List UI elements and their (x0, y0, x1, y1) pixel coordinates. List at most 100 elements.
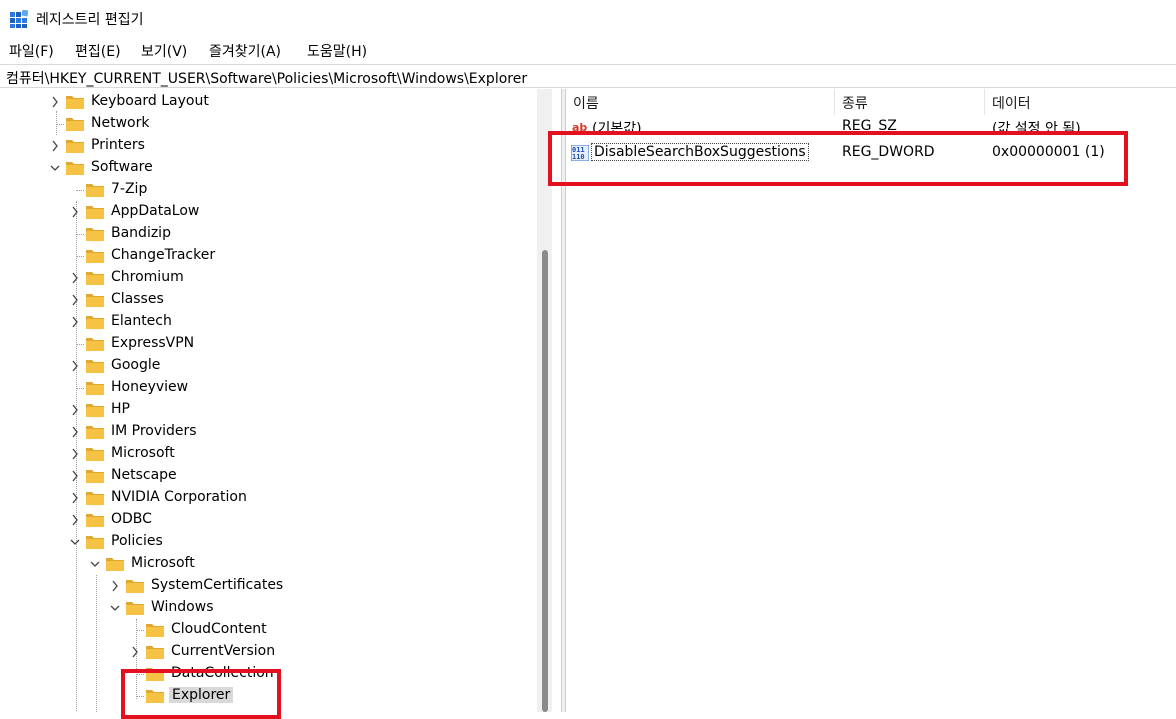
tree-item[interactable]: Keyboard Layout (0, 91, 537, 113)
tree-item[interactable]: Chromium (0, 267, 537, 289)
tree-guide-line (56, 124, 64, 125)
folder-icon (86, 514, 104, 527)
chevron-right-icon[interactable] (70, 514, 80, 526)
tree-guide-line (76, 388, 84, 389)
menu-help[interactable]: 도움말(H) (307, 41, 367, 61)
highlight-box-value (548, 131, 1128, 186)
tree-item-label: CurrentVersion (171, 643, 276, 659)
address-path[interactable]: 컴퓨터\HKEY_CURRENT_USER\Software\Policies\… (6, 68, 527, 88)
folder-icon (126, 602, 144, 615)
folder-icon (66, 96, 84, 109)
folder-icon (86, 426, 104, 439)
tree-item-label: ExpressVPN (111, 335, 195, 351)
folder-icon (86, 492, 104, 505)
tree-item[interactable]: CloudContent (0, 619, 537, 641)
tree-item[interactable]: ChangeTracker (0, 245, 537, 267)
registry-editor-icon (10, 10, 28, 28)
tree-item[interactable]: Software (0, 157, 537, 179)
tree-item[interactable]: IM Providers (0, 421, 537, 443)
folder-icon (146, 624, 164, 637)
chevron-right-icon[interactable] (70, 272, 80, 284)
chevron-right-icon[interactable] (50, 96, 60, 108)
column-header-type[interactable]: 종류 (842, 93, 868, 113)
tree-item-label: Microsoft (111, 445, 175, 461)
tree-item[interactable]: Network (0, 113, 537, 135)
folder-icon (86, 470, 104, 483)
chevron-right-icon[interactable] (50, 140, 60, 152)
chevron-right-icon[interactable] (70, 448, 80, 460)
tree-item-label: SystemCertificates (151, 577, 284, 593)
chevron-right-icon[interactable] (70, 316, 80, 328)
tree-item[interactable]: Windows (0, 597, 537, 619)
menu-favorites[interactable]: 즐겨찾기(A) (209, 41, 281, 61)
menu-bar: 파일(F) 편집(E) 보기(V) 즐겨찾기(A) 도움말(H) (0, 38, 1176, 62)
folder-icon (146, 646, 164, 659)
tree-item-label: Classes (111, 291, 164, 307)
chevron-right-icon[interactable] (70, 404, 80, 416)
tree-item[interactable]: CurrentVersion (0, 641, 537, 663)
key-tree[interactable]: Keyboard Layout Network Printers Software 7-… (0, 89, 561, 712)
tree-item-label: Netscape (111, 467, 177, 483)
folder-icon (86, 294, 104, 307)
tree-item-label: Bandizip (111, 225, 171, 241)
tree-item[interactable]: Google (0, 355, 537, 377)
tree-item-label: NVIDIA Corporation (111, 489, 247, 505)
address-bar[interactable]: 컴퓨터\HKEY_CURRENT_USER\Software\Policies\… (0, 64, 1176, 88)
column-header-name[interactable]: 이름 (573, 93, 599, 113)
tree-item[interactable]: Microsoft (0, 443, 537, 465)
tree-item[interactable]: Microsoft (0, 553, 537, 575)
tree-item-label: ODBC (111, 511, 152, 527)
tree-item[interactable]: HP (0, 399, 537, 421)
tree-item[interactable]: Printers (0, 135, 537, 157)
tree-item[interactable]: 7-Zip (0, 179, 537, 201)
chevron-down-icon[interactable] (110, 602, 120, 614)
folder-icon (66, 118, 84, 131)
tree-item-label: Elantech (111, 313, 172, 329)
tree-item-label: Honeyview (111, 379, 189, 395)
chevron-right-icon[interactable] (110, 580, 120, 592)
tree-item[interactable]: ExpressVPN (0, 333, 537, 355)
folder-icon (86, 382, 104, 395)
tree-item[interactable]: Bandizip (0, 223, 537, 245)
chevron-right-icon[interactable] (70, 426, 80, 438)
tree-guide-line (76, 190, 84, 191)
menu-file[interactable]: 파일(F) (9, 41, 54, 61)
tree-item[interactable]: Netscape (0, 465, 537, 487)
chevron-down-icon[interactable] (70, 536, 80, 548)
chevron-down-icon[interactable] (90, 558, 100, 570)
column-divider[interactable] (834, 89, 835, 115)
tree-item-label: Chromium (111, 269, 184, 285)
tree-item[interactable]: AppDataLow (0, 201, 537, 223)
chevron-right-icon[interactable] (70, 206, 80, 218)
tree-guide-line (76, 344, 84, 345)
tree-item[interactable]: Elantech (0, 311, 537, 333)
column-header-data[interactable]: 데이터 (992, 93, 1031, 113)
folder-icon (86, 228, 104, 241)
tree-item-label: Keyboard Layout (91, 93, 209, 109)
tree-item-label: Windows (151, 599, 214, 615)
tree-guide-line (76, 234, 84, 235)
chevron-right-icon[interactable] (130, 646, 140, 658)
tree-item[interactable]: NVIDIA Corporation (0, 487, 537, 509)
chevron-right-icon[interactable] (70, 294, 80, 306)
folder-icon (86, 536, 104, 549)
window-title: 레지스트리 편집기 (36, 12, 144, 28)
chevron-right-icon[interactable] (70, 492, 80, 504)
menu-edit[interactable]: 편집(E) (75, 41, 121, 61)
chevron-down-icon[interactable] (50, 162, 60, 174)
tree-item-label: Software (91, 159, 153, 175)
tree-item[interactable]: Honeyview (0, 377, 537, 399)
tree-item[interactable]: Policies (0, 531, 537, 553)
chevron-right-icon[interactable] (70, 360, 80, 372)
tree-item-label: IM Providers (111, 423, 197, 439)
tree-item[interactable]: SystemCertificates (0, 575, 537, 597)
tree-item-label: 7-Zip (111, 181, 148, 197)
tree-item-label: CloudContent (171, 621, 267, 637)
tree-scrollbar-thumb[interactable] (542, 250, 548, 712)
column-divider[interactable] (984, 89, 985, 115)
menu-view[interactable]: 보기(V) (141, 41, 187, 61)
chevron-right-icon[interactable] (70, 470, 80, 482)
tree-item[interactable]: ODBC (0, 509, 537, 531)
tree-item[interactable]: Classes (0, 289, 537, 311)
folder-icon (86, 250, 104, 263)
